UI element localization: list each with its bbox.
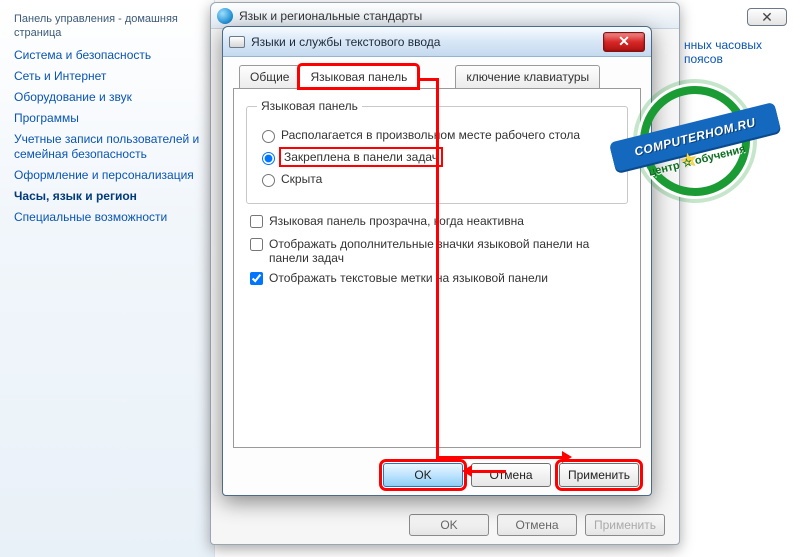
control-panel-sidebar: Панель управления - домашняя страница Си… xyxy=(0,0,215,557)
check-transparent-label: Языковая панель прозрачна, когда неактив… xyxy=(269,214,524,228)
dialog-title: Языки и службы текстового ввода xyxy=(251,35,440,49)
arrow-apply-to-ok-head xyxy=(462,465,472,477)
tab-keyboard-switch[interactable]: ключение клавиатуры xyxy=(455,65,600,88)
parent-window-title: Язык и региональные стандарты xyxy=(239,9,422,23)
check-extra-icons-label: Отображать дополнительные значки языково… xyxy=(269,237,628,265)
radio-docked-label: Закреплена в панели задач xyxy=(281,149,441,165)
parent-ok-button[interactable]: OK xyxy=(409,514,489,536)
sidebar-item-programs[interactable]: Программы xyxy=(14,111,200,126)
check-transparent-input[interactable] xyxy=(250,215,263,228)
radio-float-label: Располагается в произвольном месте рабоч… xyxy=(281,128,580,142)
dialog-button-row: OK Отмена Применить xyxy=(383,463,639,487)
arrow-apply-to-ok xyxy=(470,470,506,473)
sidebar-item-hardware-sound[interactable]: Оборудование и звук xyxy=(14,90,200,105)
sidebar-item-clock-language-region[interactable]: Часы, язык и регион xyxy=(14,189,200,204)
arrow-to-apply-head xyxy=(562,451,572,463)
radio-docked-input[interactable] xyxy=(262,152,275,165)
radio-hidden-label: Скрыта xyxy=(281,172,322,186)
close-icon: ✕ xyxy=(761,9,773,26)
sidebar-item-accessibility[interactable]: Специальные возможности xyxy=(14,210,200,225)
radio-hidden-input[interactable] xyxy=(262,174,275,187)
tab-general[interactable]: Общие xyxy=(239,65,300,88)
badge-star-icon: ★ xyxy=(677,146,700,175)
parent-apply-button[interactable]: Применить xyxy=(585,514,665,536)
sidebar-item-network[interactable]: Сеть и Интернет xyxy=(14,69,200,84)
keyboard-icon xyxy=(229,36,245,48)
timezone-link-fragment[interactable]: нных часовых поясов xyxy=(684,38,800,66)
sidebar-item-user-accounts[interactable]: Учетные записи пользователей и семейная … xyxy=(14,132,200,162)
arrow-vertical xyxy=(436,78,439,456)
ok-button[interactable]: OK xyxy=(383,463,463,487)
check-text-labels-label: Отображать текстовые метки на языковой п… xyxy=(269,271,548,285)
parent-button-row: OK Отмена Применить xyxy=(409,514,665,536)
sidebar-heading: Панель управления - домашняя страница xyxy=(14,12,200,40)
sidebar-item-system-security[interactable]: Система и безопасность xyxy=(14,48,200,63)
tab-language-panel[interactable]: Языковая панель xyxy=(299,65,418,88)
arrow-horizontal-bottom xyxy=(436,456,564,459)
cancel-button[interactable]: Отмена xyxy=(471,463,551,487)
dialog-close-button[interactable]: ✕ xyxy=(603,32,645,52)
tab-strip: Общие Языковая панель ключение клавиатур… xyxy=(239,65,641,88)
close-icon: ✕ xyxy=(618,33,630,50)
check-extra-icons-input[interactable] xyxy=(250,238,263,251)
parent-cancel-button[interactable]: Отмена xyxy=(497,514,577,536)
window-close-button[interactable]: ✕ xyxy=(747,8,787,26)
globe-icon xyxy=(217,8,233,24)
apply-button[interactable]: Применить xyxy=(559,463,639,487)
radio-float-input[interactable] xyxy=(262,130,275,143)
check-text-labels-input[interactable] xyxy=(250,272,263,285)
group-label: Языковая панель xyxy=(257,99,362,113)
sidebar-item-appearance[interactable]: Оформление и персонализация xyxy=(14,168,200,183)
dialog-titlebar[interactable]: Языки и службы текстового ввода ✕ xyxy=(223,27,651,57)
